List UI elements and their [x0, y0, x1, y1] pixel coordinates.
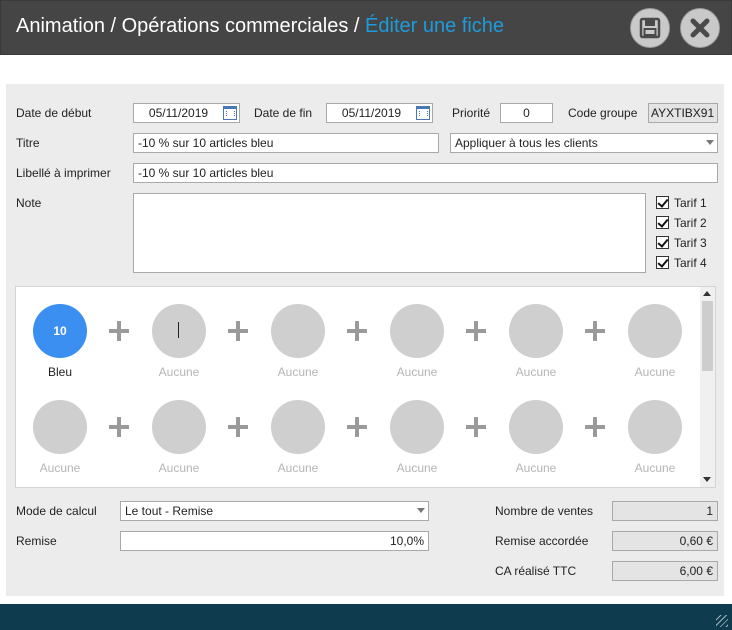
breadcrumb-animation[interactable]: Animation — [16, 15, 105, 37]
plus-icon — [109, 417, 129, 437]
save-button[interactable] — [630, 8, 670, 48]
plus-icon — [109, 321, 129, 341]
scrollbar-thumb[interactable] — [702, 301, 713, 371]
text-cursor — [178, 322, 179, 338]
tarif-2-checkbox[interactable] — [656, 216, 669, 229]
breadcrumb-separator: / — [348, 15, 366, 37]
window-title-bar: Animation / Opérations commerciales / Éd… — [0, 0, 732, 55]
article-slot[interactable] — [509, 304, 563, 358]
article-slot[interactable] — [152, 304, 206, 358]
plus-icon — [585, 321, 605, 341]
article-slot-label: Aucune — [277, 461, 319, 475]
article-slot-label: Aucune — [634, 461, 676, 475]
article-slot-label: Aucune — [277, 365, 319, 379]
floppy-disk-icon — [639, 17, 661, 39]
close-x-icon — [690, 18, 710, 38]
note-label: Note — [16, 196, 42, 210]
scroll-up-arrow-icon[interactable] — [703, 291, 711, 296]
scroll-down-arrow-icon[interactable] — [703, 477, 711, 482]
group-code-field: AYXTIBX91 — [648, 103, 718, 123]
article-slot[interactable] — [271, 304, 325, 358]
breadcrumb: Animation / Opérations commerciales / Éd… — [16, 15, 504, 38]
slot-quantity-badge: 10 — [53, 324, 67, 338]
sales-count-label: Nombre de ventes — [495, 504, 594, 518]
bottom-bar — [0, 604, 732, 630]
tarif-1-label: Tarif 1 — [674, 196, 707, 210]
article-slot-label: Aucune — [515, 461, 557, 475]
plus-icon — [228, 321, 248, 341]
article-slot[interactable] — [628, 304, 682, 358]
tarif-2-label: Tarif 2 — [674, 216, 707, 230]
article-slot-label: Aucune — [158, 365, 200, 379]
breadcrumb-operations[interactable]: Opérations commerciales — [122, 15, 349, 37]
article-slot-label: Bleu — [47, 365, 73, 379]
end-date-label: Date de fin — [254, 106, 313, 120]
article-slot[interactable] — [152, 400, 206, 454]
revenue-label: CA réalisé TTC — [495, 564, 577, 578]
article-slot[interactable] — [271, 400, 325, 454]
plus-icon — [228, 417, 248, 437]
article-slot[interactable] — [33, 400, 87, 454]
plus-icon — [466, 321, 486, 341]
note-textarea[interactable] — [133, 193, 646, 273]
calendar-icon[interactable] — [416, 106, 430, 120]
title-label: Titre — [16, 136, 40, 150]
calc-mode-value: Le tout - Remise — [125, 504, 214, 518]
breadcrumb-separator: / — [104, 15, 122, 37]
group-code-label: Code groupe — [568, 106, 638, 120]
priority-field[interactable]: 0 — [500, 103, 553, 123]
revenue-field: 6,00 € — [612, 561, 718, 581]
article-combination-area — [15, 286, 716, 488]
discount-field[interactable]: 10,0% — [120, 531, 429, 551]
vertical-scrollbar[interactable] — [700, 287, 715, 487]
discount-label: Remise — [16, 534, 57, 548]
sales-count-field: 1 — [612, 501, 718, 521]
article-slot-label: Aucune — [158, 461, 200, 475]
article-slot-label: Aucune — [39, 461, 81, 475]
plus-icon — [347, 321, 367, 341]
article-slot[interactable] — [390, 304, 444, 358]
article-slot[interactable] — [509, 400, 563, 454]
article-slot[interactable] — [390, 400, 444, 454]
article-slot-label: Aucune — [396, 461, 438, 475]
article-slot-label: Aucune — [515, 365, 557, 379]
tarif-1-checkbox[interactable] — [656, 196, 669, 209]
plus-icon — [466, 417, 486, 437]
granted-discount-label: Remise accordée — [495, 534, 589, 548]
plus-icon — [347, 417, 367, 437]
close-button[interactable] — [680, 8, 720, 48]
granted-discount-field: 0,60 € — [612, 531, 718, 551]
article-slot-label: Aucune — [634, 365, 676, 379]
resize-grip-icon[interactable] — [716, 615, 728, 627]
tarif-4-label: Tarif 4 — [674, 256, 707, 270]
tarif-3-checkbox[interactable] — [656, 236, 669, 249]
apply-to-clients-select[interactable]: Appliquer à tous les clients — [450, 133, 718, 153]
breadcrumb-edit-record: Éditer une fiche — [365, 15, 505, 37]
priority-label: Priorité — [452, 106, 491, 120]
calc-mode-select[interactable]: Le tout - Remise — [120, 501, 429, 521]
article-slot-active[interactable]: 10 — [33, 304, 87, 358]
calc-mode-label: Mode de calcul — [16, 504, 97, 518]
chevron-down-icon — [417, 508, 425, 513]
print-label-field[interactable]: -10 % sur 10 articles bleu — [133, 163, 718, 183]
tarif-3-label: Tarif 3 — [674, 236, 707, 250]
article-slot-label: Aucune — [396, 365, 438, 379]
print-label-label: Libellé à imprimer — [16, 166, 111, 180]
start-date-label: Date de début — [16, 106, 92, 120]
article-slot[interactable] — [628, 400, 682, 454]
title-field[interactable]: -10 % sur 10 articles bleu — [133, 133, 439, 153]
apply-to-clients-value: Appliquer à tous les clients — [455, 136, 598, 150]
chevron-down-icon — [706, 140, 714, 145]
tarif-4-checkbox[interactable] — [656, 256, 669, 269]
plus-icon — [585, 417, 605, 437]
calendar-icon[interactable] — [223, 106, 237, 120]
